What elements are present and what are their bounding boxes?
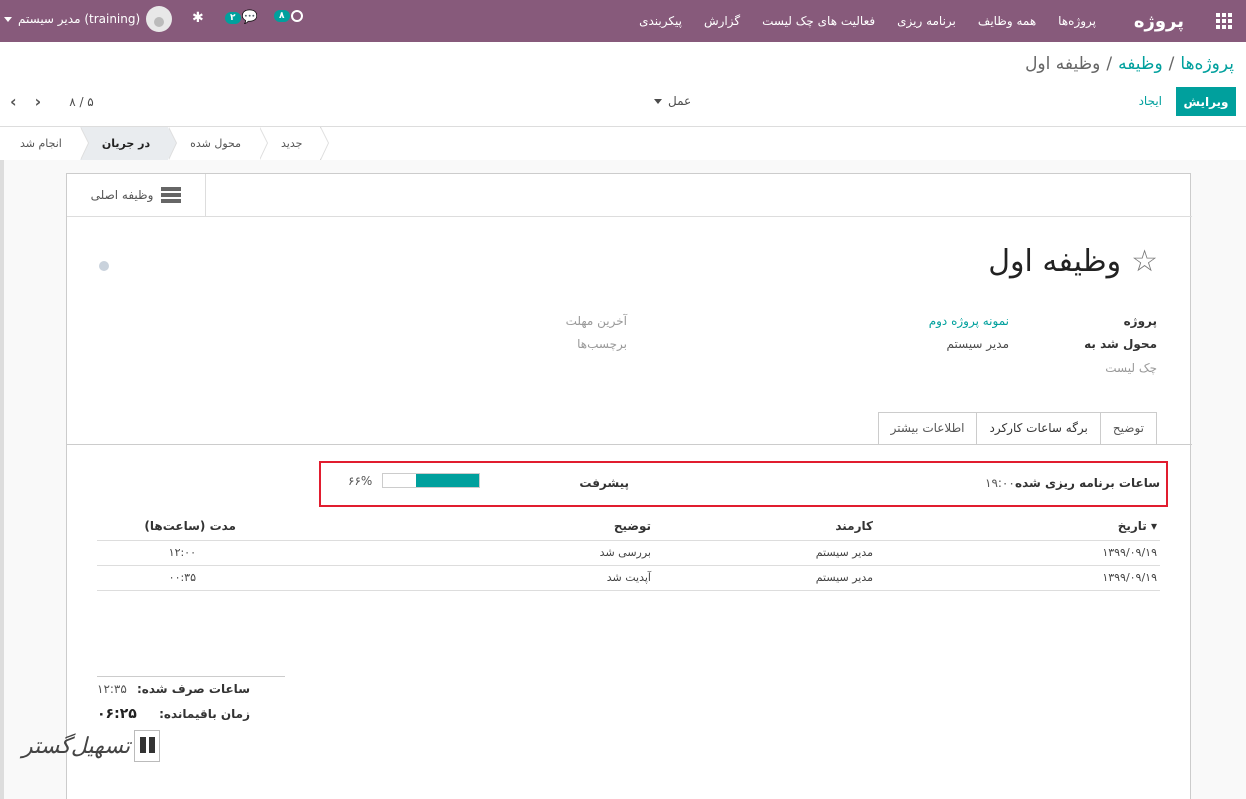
column-duration[interactable]: مدت (ساعت‌ها) — [144, 519, 236, 533]
edit-button[interactable]: ویرایش — [1176, 87, 1236, 116]
stage-statusbar: انجام شد در جریان محول شده جدید — [10, 127, 330, 160]
stage-in-progress[interactable]: در جریان — [79, 127, 178, 160]
create-button[interactable]: ایجاد — [1139, 87, 1162, 116]
avatar — [146, 6, 173, 32]
divider — [97, 676, 285, 677]
chevron-down-icon — [654, 98, 662, 104]
list-icon — [161, 187, 182, 203]
task-title: وظیفه اول — [988, 244, 1122, 279]
star-icon[interactable]: ☆ — [1131, 244, 1158, 279]
action-dropdown[interactable]: عمل — [654, 94, 691, 108]
main-menu: پروژه‌ها همه وظایف برنامه ریزی فعالیت ها… — [639, 0, 1096, 42]
progress-label: پیشرفت — [579, 476, 629, 490]
pager-next-icon[interactable]: › — [35, 92, 42, 111]
menu-item-planning[interactable]: برنامه ریزی — [897, 14, 956, 28]
breadcrumb-task[interactable]: وظیفه — [1118, 54, 1163, 74]
planning-summary-box: ساعات برنامه ریزی شده ۱۹:۰۰ پیشرفت ۶۶% — [319, 461, 1168, 507]
divider — [67, 444, 1192, 445]
column-description[interactable]: توضیح — [614, 519, 651, 533]
messages-menu[interactable]: ۲ 💬 — [225, 10, 258, 25]
pager: ‹ › ۸ / ۵ — [10, 92, 94, 111]
menu-item-projects[interactable]: پروژه‌ها — [1058, 14, 1096, 28]
tab-timesheets[interactable]: برگه ساعات کارکرد — [976, 412, 1101, 445]
project-label: پروژه — [1123, 314, 1157, 328]
parent-task-label: وظیفه اصلی — [90, 188, 154, 202]
sort-down-icon: ▾ — [1150, 519, 1157, 533]
remaining-hours-label: زمان باقیمانده: — [159, 707, 250, 721]
parent-task-button[interactable]: وظیفه اصلی — [67, 174, 206, 216]
top-navbar: پروژه پروژه‌ها همه وظایف برنامه ریزی فعا… — [0, 0, 1246, 42]
stage-done[interactable]: انجام شد — [10, 127, 89, 160]
row-2-description[interactable]: آپدیت شد — [607, 571, 651, 584]
tab-description[interactable]: توضیح — [1099, 412, 1157, 445]
row-1-employee[interactable]: مدیر سیستم — [816, 546, 873, 559]
apps-menu-icon[interactable] — [1216, 0, 1236, 42]
progress-percent: ۶۶% — [348, 474, 373, 488]
breadcrumb-projects[interactable]: پروژه‌ها — [1180, 54, 1234, 74]
chevron-down-icon — [4, 16, 12, 22]
menu-item-checklist-activities[interactable]: فعالیت های چک لیست — [762, 14, 875, 28]
tags-label: برچسب‌ها — [577, 337, 627, 351]
row-2-date[interactable]: ۱۳۹۹/۰۹/۱۹ — [1102, 571, 1157, 584]
planned-hours-value: ۱۹:۰۰ — [985, 476, 1015, 490]
pager-previous-icon[interactable]: ‹ — [10, 92, 17, 111]
deadline-label: آخرین مهلت — [565, 314, 627, 328]
planned-hours-label: ساعات برنامه ریزی شده — [1015, 476, 1160, 490]
stage-assigned[interactable]: محول شده — [168, 127, 268, 160]
spent-hours-value: ۱۲:۳۵ — [97, 682, 127, 696]
watermark-logo: تسهیل‌گستر — [22, 730, 161, 762]
progress-bar — [382, 473, 480, 488]
row-2-employee[interactable]: مدیر سیستم — [816, 571, 873, 584]
clock-icon — [290, 10, 303, 22]
divider — [97, 590, 1160, 591]
title-row: ☆ وظیفه اول — [988, 244, 1158, 279]
menu-item-configuration[interactable]: پیکربندی — [639, 14, 682, 28]
menu-item-all-tasks[interactable]: همه وظایف — [978, 14, 1036, 28]
checklist-label: چک لیست — [1105, 361, 1157, 375]
stage-new[interactable]: جدید — [259, 127, 330, 160]
chat-icon: 💬 — [241, 10, 258, 25]
user-menu[interactable]: مدیر سیستم (training) — [4, 6, 173, 32]
row-1-date[interactable]: ۱۳۹۹/۰۹/۱۹ — [1102, 546, 1157, 559]
breadcrumb: پروژه‌ها / وظیفه / وظیفه اول — [1025, 54, 1234, 74]
project-value[interactable]: نمونه پروژه دوم — [929, 314, 1009, 328]
activities-menu[interactable]: ۸ — [274, 10, 303, 22]
breadcrumb-separator: / — [1106, 54, 1113, 74]
column-date[interactable]: ▾ تاریخ — [1118, 519, 1157, 533]
assigned-value[interactable]: مدیر سیستم — [947, 337, 1010, 351]
notebook-tabs: توضیح برگه ساعات کارکرد اطلاعات بیشتر — [877, 412, 1157, 445]
action-label: عمل — [668, 94, 692, 108]
menu-item-reporting[interactable]: گزارش — [704, 14, 740, 28]
row-1-duration[interactable]: ۱۲:۰۰ — [169, 546, 196, 559]
row-1-description[interactable]: بررسی شد — [600, 546, 651, 559]
column-employee[interactable]: کارمند — [835, 519, 873, 533]
row-2-duration[interactable]: ۰۰:۳۵ — [169, 571, 196, 584]
watermark-text: تسهیل‌گستر — [22, 733, 131, 759]
remaining-hours-value: ۰۶:۲۵ — [97, 706, 137, 722]
app-brand[interactable]: پروژه — [1134, 0, 1184, 42]
divider — [67, 216, 1192, 217]
pager-value[interactable]: ۸ / ۵ — [69, 95, 94, 109]
form-sheet: وظیفه اصلی ☆ وظیفه اول پروژه نمونه پروژه… — [66, 173, 1192, 799]
activities-count-badge: ۸ — [274, 10, 290, 22]
progress-fill — [415, 474, 479, 487]
spent-hours-label: ساعات صرف شده: — [136, 682, 250, 696]
debug-icon[interactable]: ✱ — [192, 10, 204, 26]
divider — [97, 540, 1160, 541]
breadcrumb-separator: / — [1168, 54, 1175, 74]
messages-count-badge: ۲ — [225, 11, 241, 24]
user-name: مدیر سیستم (training) — [18, 12, 141, 26]
tab-extra-info[interactable]: اطلاعات بیشتر — [877, 412, 978, 445]
kanban-state-icon[interactable] — [99, 261, 109, 271]
breadcrumb-current: وظیفه اول — [1025, 54, 1101, 74]
column-date-label: تاریخ — [1117, 519, 1147, 533]
divider — [97, 565, 1160, 566]
assigned-label: محول شد به — [1084, 337, 1157, 351]
logo-mark-icon — [134, 730, 161, 762]
